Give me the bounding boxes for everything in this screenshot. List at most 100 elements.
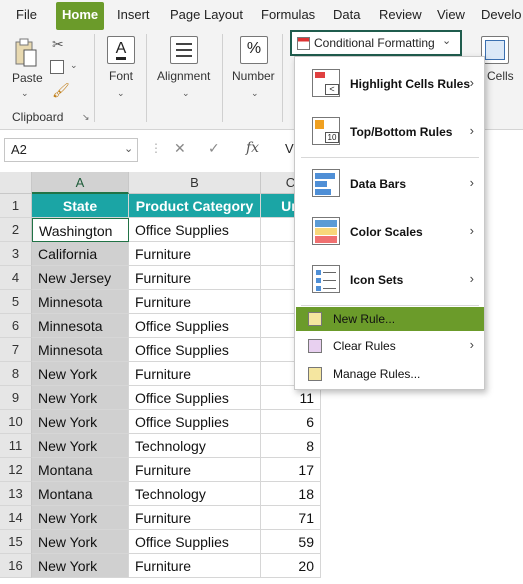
table-cell[interactable]: New York xyxy=(32,386,129,410)
dialog-launcher-icon[interactable]: ↘ xyxy=(82,112,90,123)
table-cell[interactable]: Furniture xyxy=(129,242,261,266)
table-cell[interactable]: 71 xyxy=(261,506,321,530)
menu-data-bars[interactable]: Data Bars › xyxy=(296,161,484,207)
menu-clear-rules[interactable]: Clear Rules › xyxy=(296,333,484,359)
number-chevron-icon[interactable]: ⌄ xyxy=(251,88,259,99)
table-cell[interactable]: 8 xyxy=(261,434,321,458)
copy-chevron-icon[interactable]: ⌄ xyxy=(70,60,78,71)
format-painter-icon[interactable]: 🖌 xyxy=(52,82,70,99)
table-cell[interactable]: Minnesota xyxy=(32,314,129,338)
table-cell[interactable]: New York xyxy=(32,434,129,458)
table-cell[interactable]: Office Supplies xyxy=(129,338,261,362)
alignment-label[interactable]: Alignment xyxy=(157,69,210,83)
header-cell[interactable]: Product Category xyxy=(129,194,261,218)
table-cell[interactable]: New York xyxy=(32,506,129,530)
row-header[interactable]: 9 xyxy=(0,386,32,410)
formula-input[interactable]: V xyxy=(285,141,294,156)
table-cell[interactable]: 20 xyxy=(261,554,321,578)
table-cell[interactable]: 18 xyxy=(261,482,321,506)
percent-icon[interactable]: % xyxy=(240,36,268,64)
font-chevron-icon[interactable]: ⌄ xyxy=(117,88,125,99)
table-cell[interactable]: Furniture xyxy=(129,506,261,530)
menu-new-rule[interactable]: New Rule... xyxy=(296,307,484,331)
menu-insert[interactable]: Insert xyxy=(117,0,150,30)
table-cell[interactable]: 59 xyxy=(261,530,321,554)
table-cell[interactable]: New York xyxy=(32,554,129,578)
row-header[interactable]: 7 xyxy=(0,338,32,362)
row-header[interactable]: 15 xyxy=(0,530,32,554)
header-cell[interactable]: State xyxy=(32,194,129,218)
alignment-icon[interactable] xyxy=(170,36,198,64)
cells-label[interactable]: Cells xyxy=(487,69,514,83)
conditional-formatting-button[interactable]: Conditional Formatting ⌄ xyxy=(290,30,462,56)
table-cell[interactable]: Office Supplies xyxy=(129,314,261,338)
paste-icon[interactable] xyxy=(14,38,38,68)
table-cell[interactable]: Furniture xyxy=(129,554,261,578)
menu-file[interactable]: File xyxy=(16,0,37,30)
cancel-icon[interactable]: ✕ xyxy=(174,140,186,157)
table-cell[interactable]: Minnesota xyxy=(32,290,129,314)
menu-formulas[interactable]: Formulas xyxy=(261,0,315,30)
menu-icon-sets[interactable]: Icon Sets › xyxy=(296,257,484,303)
menu-color-scales[interactable]: Color Scales › xyxy=(296,209,484,255)
cells-icon[interactable] xyxy=(481,36,509,64)
table-cell[interactable]: Montana xyxy=(32,458,129,482)
table-cell[interactable]: Furniture xyxy=(129,290,261,314)
menu-top-bottom-rules[interactable]: 10 Top/Bottom Rules › xyxy=(296,109,484,155)
table-cell[interactable]: Office Supplies xyxy=(129,530,261,554)
menu-developer[interactable]: Develo xyxy=(481,0,521,30)
paste-label[interactable]: Paste xyxy=(12,71,43,85)
row-header[interactable]: 12 xyxy=(0,458,32,482)
row-header[interactable]: 1 xyxy=(0,194,32,218)
table-cell[interactable]: New York xyxy=(32,410,129,434)
menu-home[interactable]: Home xyxy=(56,2,105,30)
table-cell[interactable]: Furniture xyxy=(129,458,261,482)
table-cell[interactable]: Montana xyxy=(32,482,129,506)
column-header-b[interactable]: B xyxy=(129,172,261,194)
name-box[interactable]: A2 xyxy=(4,138,138,162)
table-cell[interactable]: 17 xyxy=(261,458,321,482)
table-cell[interactable]: Furniture xyxy=(129,266,261,290)
menu-manage-rules[interactable]: Manage Rules... xyxy=(296,361,484,387)
row-header[interactable]: 16 xyxy=(0,554,32,578)
font-icon[interactable]: A xyxy=(107,36,135,64)
table-cell[interactable]: Office Supplies xyxy=(129,410,261,434)
table-cell[interactable]: Technology xyxy=(129,434,261,458)
menu-view[interactable]: View xyxy=(437,0,465,30)
table-cell[interactable]: New York xyxy=(32,530,129,554)
select-all-corner[interactable] xyxy=(0,172,32,194)
font-label[interactable]: Font xyxy=(109,69,133,83)
table-cell[interactable]: Minnesota xyxy=(32,338,129,362)
table-cell[interactable]: Office Supplies xyxy=(129,386,261,410)
column-header-a[interactable]: A xyxy=(32,172,129,194)
cut-icon[interactable]: ✂ xyxy=(52,36,64,53)
menu-highlight-cells-rules[interactable]: < Highlight Cells Rules › xyxy=(296,61,484,107)
row-header[interactable]: 13 xyxy=(0,482,32,506)
table-cell[interactable]: Office Supplies xyxy=(129,218,261,242)
row-header[interactable]: 3 xyxy=(0,242,32,266)
table-cell[interactable]: Furniture xyxy=(129,362,261,386)
table-cell[interactable]: California xyxy=(32,242,129,266)
table-cell[interactable]: Washington xyxy=(32,218,129,242)
table-cell[interactable]: Technology xyxy=(129,482,261,506)
copy-icon[interactable] xyxy=(50,60,64,74)
paste-chevron-icon[interactable]: ⌄ xyxy=(21,88,29,99)
alignment-chevron-icon[interactable]: ⌄ xyxy=(182,88,190,99)
menu-data[interactable]: Data xyxy=(333,0,360,30)
table-cell[interactable]: New York xyxy=(32,362,129,386)
table-cell[interactable]: New Jersey xyxy=(32,266,129,290)
insert-function-icon[interactable]: fx xyxy=(246,140,259,156)
row-header[interactable]: 11 xyxy=(0,434,32,458)
number-label[interactable]: Number xyxy=(232,69,275,83)
menu-review[interactable]: Review xyxy=(379,0,422,30)
table-cell[interactable]: 6 xyxy=(261,410,321,434)
row-header[interactable]: 8 xyxy=(0,362,32,386)
row-header[interactable]: 5 xyxy=(0,290,32,314)
row-header[interactable]: 2 xyxy=(0,218,32,242)
row-header[interactable]: 14 xyxy=(0,506,32,530)
enter-icon[interactable]: ✓ xyxy=(208,140,220,157)
name-box-chevron-icon[interactable]: ⌄ xyxy=(124,142,133,155)
menu-page-layout[interactable]: Page Layout xyxy=(170,0,243,30)
row-header[interactable]: 4 xyxy=(0,266,32,290)
row-header[interactable]: 10 xyxy=(0,410,32,434)
